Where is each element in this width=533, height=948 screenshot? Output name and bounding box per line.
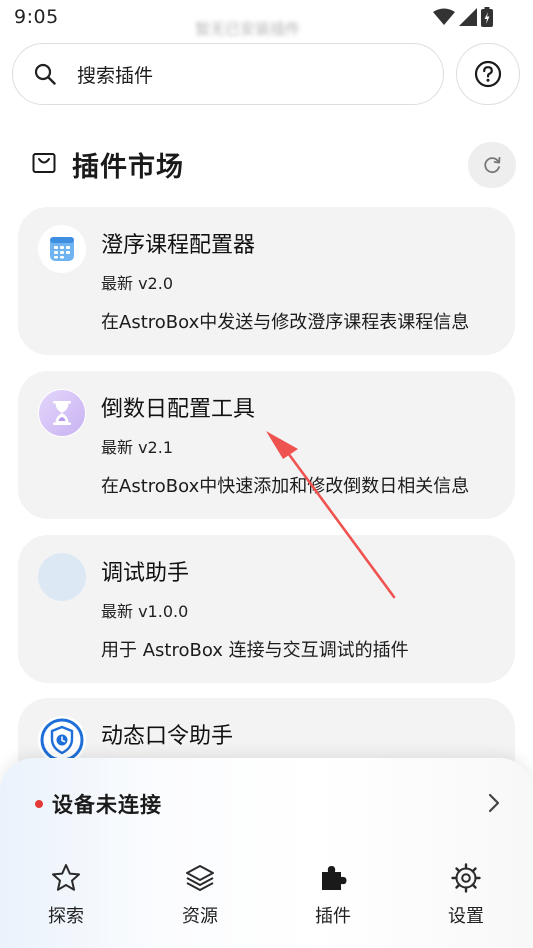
bottom-panel: 设备未连接 探索 资源 插件 设置 — [0, 758, 533, 948]
nav-explore[interactable]: 探索 — [16, 858, 116, 938]
device-status-row[interactable]: 设备未连接 — [0, 758, 533, 850]
nav-plugins[interactable]: 插件 — [283, 858, 383, 938]
gear-icon — [451, 863, 481, 893]
status-dot — [35, 800, 43, 808]
nav-label: 探索 — [48, 906, 84, 927]
puzzle-icon — [322, 866, 347, 890]
nav-label: 资源 — [182, 906, 218, 927]
nav-label: 设置 — [448, 906, 484, 927]
device-status: 设备未连接 — [52, 793, 162, 817]
chevron-right-icon — [488, 793, 500, 813]
layers-icon — [186, 865, 214, 891]
bottom-nav: 探索 资源 插件 设置 — [0, 858, 533, 938]
star-icon — [52, 864, 80, 891]
nav-resources[interactable]: 资源 — [150, 858, 250, 938]
plugin-market-screen: 9:05 暂无已安装插件 搜索插件 插件市场 澄序课程配置器 最新 v2.0 在… — [0, 0, 533, 948]
nav-settings[interactable]: 设置 — [416, 858, 516, 938]
nav-label: 插件 — [315, 906, 351, 927]
